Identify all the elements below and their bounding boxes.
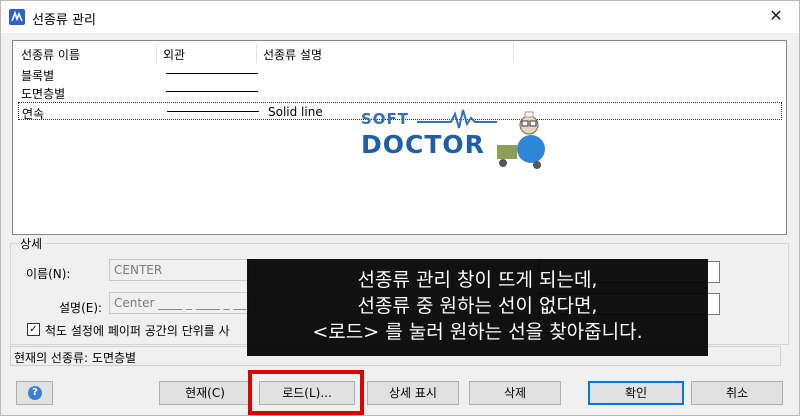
column-header-description[interactable]: 선종류 설명 <box>263 46 322 63</box>
help-button[interactable]: ? <box>16 381 53 405</box>
linetype-preview <box>166 91 258 92</box>
linetype-row[interactable]: 도면층별 <box>18 83 782 101</box>
paper-space-units-label: 척도 설정에 페이퍼 공간의 단위를 사 <box>45 324 230 338</box>
title-bar[interactable]: 선종류 관리 ✕ <box>1 1 799 33</box>
help-icon: ? <box>28 386 42 400</box>
column-header-name[interactable]: 선종류 이름 <box>21 46 80 63</box>
name-label: 이름(N): <box>26 267 71 281</box>
description-label: 설명(E): <box>59 301 103 315</box>
caption-line: 선종류 관리 창이 뜨게 되는데, <box>357 269 598 291</box>
soft-doctor-watermark: SOFT DOCTOR <box>353 106 553 176</box>
column-header-appearance[interactable]: 외관 <box>163 46 185 63</box>
linetype-description: Solid line <box>268 105 323 119</box>
load-button-highlight <box>248 370 364 415</box>
watermark-soft-text: SOFT <box>361 110 410 128</box>
doctor-mascot-icon <box>497 111 545 169</box>
linetype-row[interactable]: 블록별 <box>18 65 782 83</box>
close-icon[interactable]: ✕ <box>761 3 791 29</box>
name-field[interactable]: CENTER <box>109 259 249 281</box>
app-icon <box>9 9 25 25</box>
delete-button[interactable]: 삭제 <box>469 381 561 405</box>
column-separator <box>156 43 157 63</box>
column-separator <box>256 43 257 63</box>
linetype-name: 도면층별 <box>21 87 66 101</box>
window-title: 선종류 관리 <box>32 13 96 28</box>
set-current-button[interactable]: 현재(C) <box>159 381 251 405</box>
current-linetype-label: 현재의 선종류: 도면층별 <box>14 351 137 365</box>
linetype-preview <box>166 73 258 74</box>
linetype-name: 블록별 <box>21 69 55 83</box>
tutorial-caption: 선종류 관리 창이 뜨게 되는데, 선종류 중 원하는 선이 없다면, <로드>… <box>247 259 708 356</box>
watermark-doctor-text: DOCTOR <box>361 130 485 159</box>
caption-line: 선종류 중 원하는 선이 없다면, <box>357 295 598 317</box>
linetype-name: 연속 <box>22 107 45 121</box>
heartbeat-pulse-icon <box>417 109 497 129</box>
cancel-button[interactable]: 취소 <box>691 381 783 405</box>
paper-space-units-checkbox[interactable]: ✓ <box>27 323 40 336</box>
details-legend: 상세 <box>17 235 46 252</box>
linetype-manager-dialog: 선종류 관리 ✕ 선종류 이름 외관 선종류 설명 블록별 도면층별 연속 So… <box>0 0 800 416</box>
column-separator <box>513 43 514 63</box>
linetype-preview <box>167 111 259 112</box>
ok-button[interactable]: 확인 <box>588 381 684 405</box>
description-field[interactable]: Center ____ _ ____ _ ____ <box>109 292 249 314</box>
caption-line: <로드> 를 눌러 원하는 선을 찾아줍니다. <box>312 321 643 343</box>
show-details-button[interactable]: 상세 표시 <box>367 381 459 405</box>
